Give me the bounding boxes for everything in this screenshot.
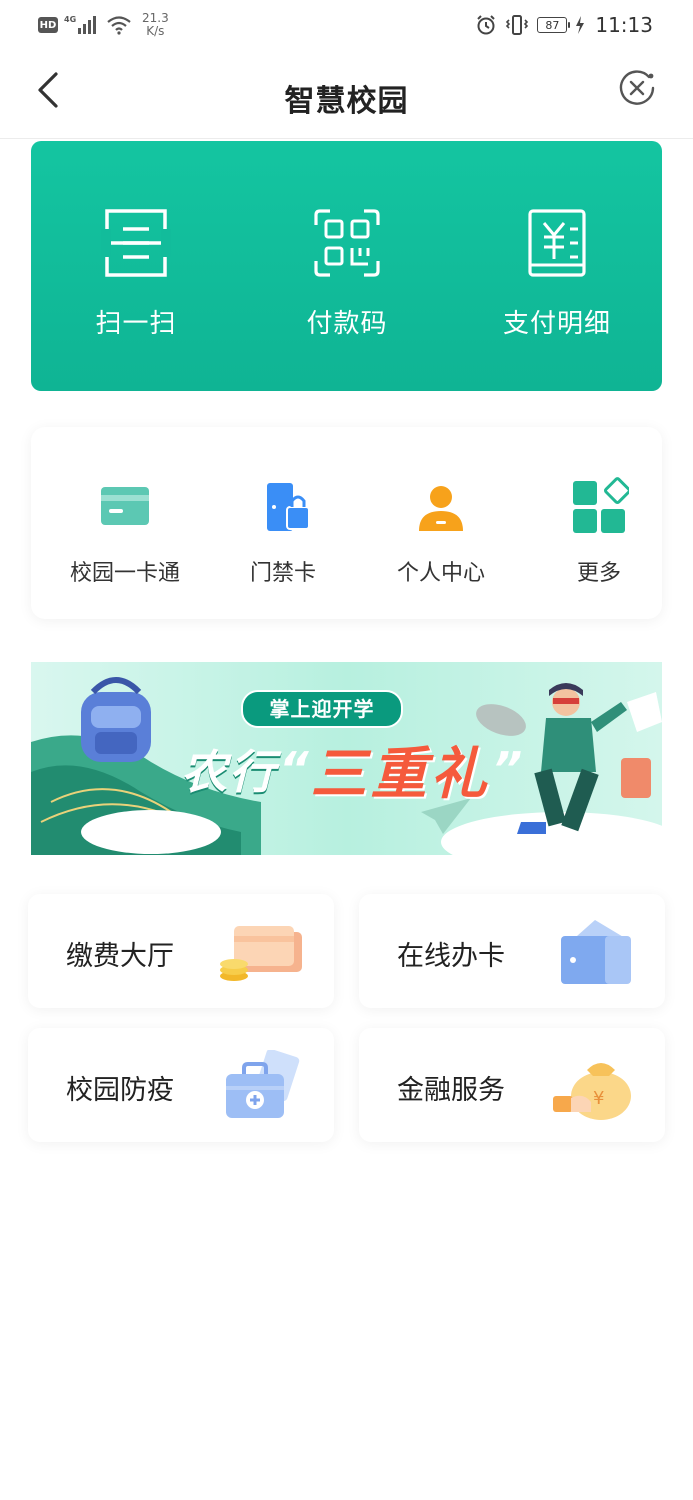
access-card-label: 门禁卡 xyxy=(249,561,316,586)
speed-unit: K/s xyxy=(146,24,165,38)
banner-title: 农行 “ 三重礼 ” xyxy=(181,734,524,807)
promo-banner[interactable]: 掌上迎开学 农行 “ 三重礼 ” xyxy=(31,662,662,855)
close-miniapp-button[interactable] xyxy=(617,68,657,108)
service-grid: 校园一卡通 门禁卡 个人中心 更多 xyxy=(31,427,662,619)
qr-code-icon xyxy=(314,209,380,277)
payment-details-label: 支付明细 xyxy=(502,309,611,339)
wallet-card-icon xyxy=(561,920,631,984)
payment-hall-label: 缴费大厅 xyxy=(66,941,174,972)
personal-center-label: 个人中心 xyxy=(396,561,485,586)
battery-indicator: 87 xyxy=(537,17,571,33)
banner-title-highlight: 三重礼 xyxy=(310,741,491,807)
campus-epidemic-label: 校园防疫 xyxy=(66,1075,174,1106)
svg-text:4G: 4G xyxy=(64,15,76,24)
payment-cards-icon xyxy=(220,926,302,981)
door-lock-icon xyxy=(267,483,310,531)
payment-code-label: 付款码 xyxy=(306,309,388,339)
page-title: 智慧校园 xyxy=(284,84,409,119)
status-left: HD 4G 21.3 K/s xyxy=(38,10,169,40)
svg-text:¥: ¥ xyxy=(593,1088,604,1109)
online-card-tile[interactable]: 在线办卡 xyxy=(359,894,665,1008)
app-header: 智慧校园 xyxy=(0,48,693,139)
charging-icon xyxy=(576,16,585,34)
hd-badge: HD xyxy=(38,17,58,33)
signal-icon: 4G xyxy=(64,15,96,34)
wifi-icon xyxy=(107,16,131,35)
payment-details-button[interactable]: 支付明细 xyxy=(477,207,637,340)
status-right: 87 11:13 xyxy=(475,10,653,40)
scan-icon xyxy=(101,209,171,277)
online-card-label: 在线办卡 xyxy=(397,941,505,972)
campus-card-button[interactable]: 校园一卡通 xyxy=(50,477,200,587)
user-icon xyxy=(419,486,463,531)
grid-more-icon xyxy=(573,477,631,533)
network-speed: 21.3 K/s xyxy=(142,12,169,38)
banner-quote-open: “ xyxy=(279,742,309,796)
more-services-button[interactable]: 更多 xyxy=(524,477,674,587)
campus-card-label: 校园一卡通 xyxy=(69,561,180,586)
money-bag-icon: ¥ xyxy=(553,1063,631,1120)
quick-action-panel: 扫一扫 付款码 支付明细 xyxy=(31,141,662,391)
campus-epidemic-tile[interactable]: 校园防疫 xyxy=(28,1028,334,1142)
status-bar: HD 4G 21.3 K/s 87 11:13 xyxy=(0,0,693,48)
clock: 11:13 xyxy=(595,13,653,37)
financial-services-tile[interactable]: 金融服务 ¥ xyxy=(359,1028,665,1142)
personal-center-button[interactable]: 个人中心 xyxy=(366,477,516,587)
more-services-label: 更多 xyxy=(576,561,621,586)
scan-label: 扫一扫 xyxy=(95,309,177,339)
financial-services-label: 金融服务 xyxy=(397,1075,505,1106)
receipt-icon xyxy=(528,209,586,277)
banner-pill: 掌上迎开学 xyxy=(241,690,403,728)
banner-title-prefix: 农行 xyxy=(181,745,277,799)
vibrate-icon xyxy=(506,15,529,35)
alarm-icon xyxy=(477,15,496,35)
scan-button[interactable]: 扫一扫 xyxy=(56,207,216,340)
medical-kit-icon xyxy=(226,1050,300,1118)
card-icon xyxy=(101,487,149,525)
banner-quote-close: ” xyxy=(492,742,523,796)
close-circle-icon xyxy=(619,70,655,105)
payment-hall-tile[interactable]: 缴费大厅 xyxy=(28,894,334,1008)
access-card-button[interactable]: 门禁卡 xyxy=(208,477,358,587)
payment-code-button[interactable]: 付款码 xyxy=(267,207,427,340)
